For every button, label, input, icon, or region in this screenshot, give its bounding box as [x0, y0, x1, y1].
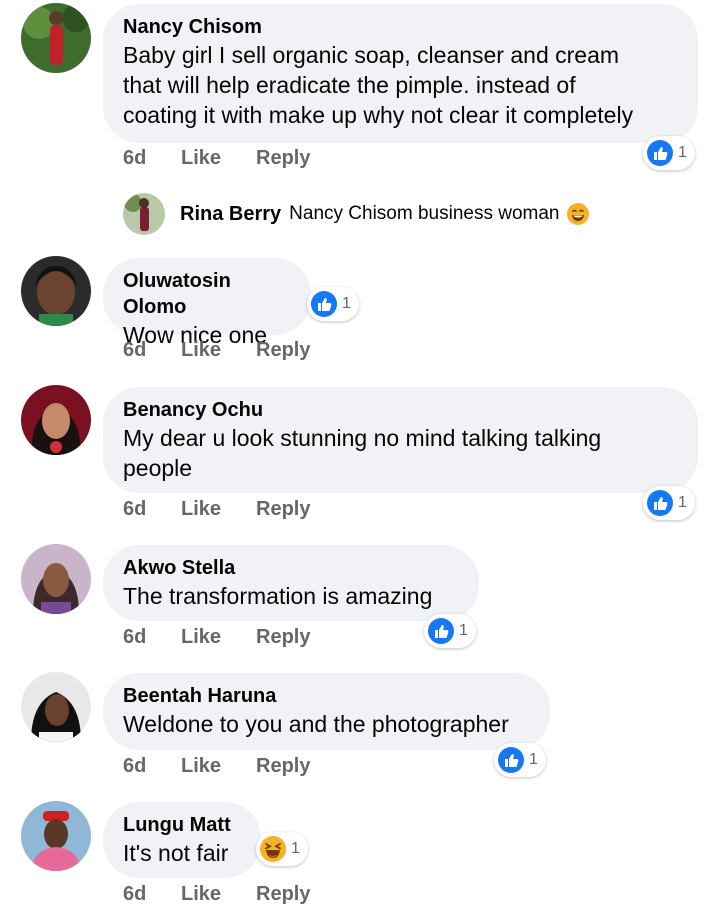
reply-preview[interactable]: Rina Berry Nancy Chisom business woman: [180, 200, 590, 228]
avatar[interactable]: [123, 193, 165, 235]
reply-button[interactable]: Reply: [256, 335, 310, 365]
like-button[interactable]: Like: [181, 143, 221, 173]
reaction-count: 1: [678, 144, 687, 161]
like-button[interactable]: Like: [181, 622, 221, 652]
reply-text: Nancy Chisom business woman: [289, 203, 560, 224]
comment-author[interactable]: Nancy Chisom: [123, 14, 678, 40]
avatar[interactable]: [21, 544, 91, 614]
comment-time[interactable]: 6d: [123, 879, 146, 909]
comment-bubble: Oluwatosin Olomo Wow nice one: [103, 258, 311, 348]
comment-text: that will help eradicate the pimple. ins…: [123, 72, 576, 98]
avatar[interactable]: [21, 801, 91, 871]
comment-text: My dear u look stunning no mind talking …: [123, 425, 602, 451]
reply-button[interactable]: Reply: [256, 751, 310, 781]
avatar[interactable]: [21, 256, 91, 326]
reaction-badge[interactable]: 1: [643, 486, 695, 520]
reply-button[interactable]: Reply: [256, 622, 310, 652]
comment-bubble: Akwo Stella The transformation is amazin…: [103, 545, 479, 621]
avatar[interactable]: [21, 385, 91, 455]
comment-bubble: Benancy Ochu My dear u look stunning no …: [103, 387, 698, 493]
comment-text: The transformation is amazing: [123, 583, 433, 609]
avatar[interactable]: [21, 3, 91, 73]
comment-bubble: Beentah Haruna Weldone to you and the ph…: [103, 673, 550, 750]
reaction-count: 1: [291, 840, 300, 857]
comment-time[interactable]: 6d: [123, 335, 146, 365]
like-icon: [647, 140, 673, 166]
comment-time[interactable]: 6d: [123, 143, 146, 173]
grinning-face-icon: [566, 203, 589, 225]
comment-author[interactable]: Benancy Ochu: [123, 397, 678, 423]
reply-button[interactable]: Reply: [256, 879, 310, 909]
like-icon: [498, 747, 524, 773]
reply-button[interactable]: Reply: [256, 494, 310, 524]
comment-text: It's not fair: [123, 840, 229, 866]
reaction-badge[interactable]: 1: [494, 743, 546, 777]
reaction-badge[interactable]: 1: [256, 832, 308, 866]
like-button[interactable]: Like: [181, 879, 221, 909]
reply-author[interactable]: Rina Berry: [180, 203, 281, 226]
comment-text: Baby girl I sell organic soap, cleanser …: [123, 42, 620, 68]
reaction-badge[interactable]: 1: [643, 136, 695, 170]
like-icon: [311, 291, 337, 317]
comment-bubble: Lungu Matt It's not fair: [103, 802, 261, 878]
like-button[interactable]: Like: [181, 751, 221, 781]
comment-author[interactable]: Beentah Haruna: [123, 683, 530, 709]
haha-icon: [260, 836, 286, 862]
reaction-count: 1: [342, 295, 351, 312]
like-icon: [647, 490, 673, 516]
avatar[interactable]: [21, 672, 91, 742]
like-icon: [428, 618, 454, 644]
like-button[interactable]: Like: [181, 494, 221, 524]
reply-button[interactable]: Reply: [256, 143, 310, 173]
comment-text: people: [123, 455, 193, 481]
comment-time[interactable]: 6d: [123, 622, 146, 652]
reaction-count: 1: [678, 494, 687, 511]
reaction-count: 1: [529, 751, 538, 768]
comment-author[interactable]: Lungu Matt: [123, 812, 241, 838]
reaction-badge[interactable]: 1: [307, 287, 359, 321]
comment-text: Weldone to you and the photographer: [123, 711, 509, 737]
comment-text: coating it with make up why not clear it…: [123, 102, 634, 128]
reaction-badge[interactable]: 1: [424, 614, 476, 648]
like-button[interactable]: Like: [181, 335, 221, 365]
comment-author[interactable]: Oluwatosin Olomo: [123, 268, 291, 320]
comment-time[interactable]: 6d: [123, 751, 146, 781]
comment-time[interactable]: 6d: [123, 494, 146, 524]
comment-bubble: Nancy Chisom Baby girl I sell organic so…: [103, 4, 698, 143]
comment-author[interactable]: Akwo Stella: [123, 555, 459, 581]
reaction-count: 1: [459, 622, 468, 639]
